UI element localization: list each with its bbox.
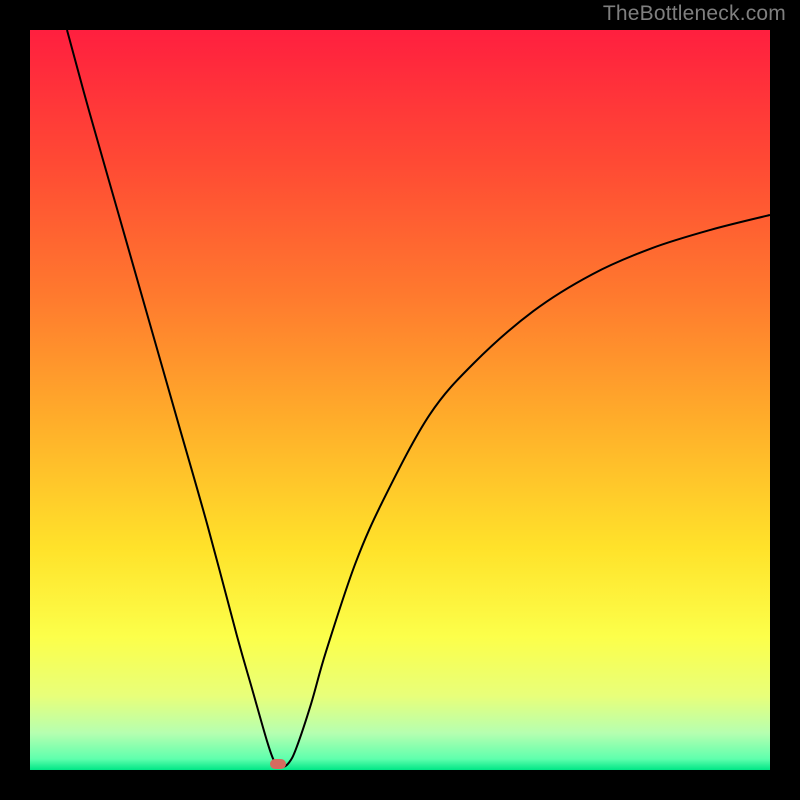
gradient-background [30, 30, 770, 770]
plot-area [30, 30, 770, 770]
min-marker [270, 759, 286, 769]
chart-svg [30, 30, 770, 770]
chart-frame: TheBottleneck.com [0, 0, 800, 800]
watermark-text: TheBottleneck.com [603, 2, 786, 26]
